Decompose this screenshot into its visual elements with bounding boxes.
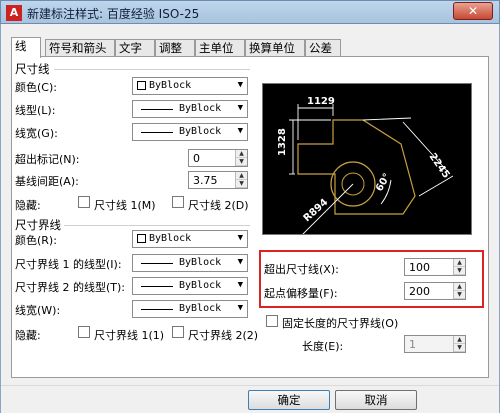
extend-beyond-dim-label: 超出尺寸线(X): (264, 263, 339, 276)
tab-text[interactable]: 文字 (115, 39, 155, 57)
ext-linetype2-select[interactable]: ByBlock ▼ (132, 277, 248, 295)
color-swatch (137, 234, 146, 243)
offset-from-origin-spinner[interactable]: 200 ▲ ▼ (404, 282, 466, 300)
tab-tolerances[interactable]: 公差 (305, 39, 341, 57)
ext-color-label: 颜色(R): (15, 234, 57, 247)
line-sample (141, 109, 173, 110)
title-bar: A 新建标注样式: 百度经验 ISO-25 ✕ (0, 0, 500, 24)
dim-suppress-label: 隐藏: (15, 199, 41, 212)
dimension-preview-drawing: 1129 1328 2245 60° R894 (277, 96, 454, 237)
close-button[interactable]: ✕ (453, 2, 493, 20)
dim-lineweight-select[interactable]: ByBlock ▼ (132, 123, 248, 141)
color-swatch (137, 81, 146, 90)
line-sample (141, 132, 173, 133)
suppress-ext-line-1-checkbox[interactable] (78, 326, 90, 338)
autocad-app-icon: A (6, 5, 22, 21)
line-sample (141, 263, 173, 264)
fixed-length-label: 固定长度的尺寸界线(O) (282, 317, 399, 330)
ok-button[interactable]: 确定 (248, 390, 330, 410)
suppress-dim-line-1-label: 尺寸线 1(M) (94, 199, 156, 212)
window-title: 新建标注样式: 百度经验 ISO-25 (27, 7, 200, 21)
dialog-body: 线 符号和箭头 文字 调整 主单位 换算单位 公差 尺寸线 颜色(C): ByB… (0, 24, 500, 413)
tab-symbols-arrows[interactable]: 符号和箭头 (45, 39, 115, 57)
spinner-arrows[interactable]: ▲ ▼ (453, 336, 465, 352)
chevron-down-icon: ▼ (237, 126, 243, 136)
group-divider (64, 225, 250, 226)
spinner-arrows[interactable]: ▲ ▼ (235, 172, 247, 188)
ext-lineweight-label: 线宽(W): (15, 304, 61, 317)
ext-suppress-label: 隐藏: (15, 329, 41, 342)
group-divider (54, 69, 250, 70)
dim-linetype-select[interactable]: ByBlock ▼ (132, 100, 248, 118)
spinner-arrows[interactable]: ▲ ▼ (453, 259, 465, 275)
preview-geometry (297, 119, 416, 215)
ext-linetype1-select[interactable]: ByBlock ▼ (132, 254, 248, 272)
dim-lineweight-label: 线宽(G): (15, 127, 58, 140)
ext-color-select[interactable]: ByBlock ▼ (132, 230, 248, 248)
suppress-dim-line-1-checkbox[interactable] (78, 196, 90, 208)
chevron-down-icon: ▼ (237, 103, 243, 113)
extend-beyond-dim-spinner[interactable]: 100 ▲ ▼ (404, 258, 466, 276)
tab-alternate-units[interactable]: 换算单位 (245, 39, 305, 57)
extension-lines-group-title: 尺寸界线 (15, 218, 61, 232)
suppress-ext-line-1-label: 尺寸界线 1(1) (94, 329, 165, 342)
extend-beyond-ticks-label: 超出标记(N): (15, 153, 80, 166)
chevron-down-icon: ▼ (237, 80, 243, 90)
suppress-ext-line-2-label: 尺寸界线 2(2) (188, 329, 259, 342)
suppress-dim-line-2-label: 尺寸线 2(D) (188, 199, 249, 212)
dim-color-select[interactable]: ByBlock ▼ (132, 77, 248, 95)
baseline-spacing-spinner[interactable]: 3.75 ▲ ▼ (188, 171, 248, 189)
length-label: 长度(E): (302, 340, 344, 353)
offset-from-origin-label: 起点偏移量(F): (264, 287, 338, 300)
ext-linetype1-label: 尺寸界线 1 的线型(I): (15, 258, 122, 271)
dim-text-top: 1129 (307, 96, 335, 107)
tab-panel-lines: 尺寸线 颜色(C): ByBlock ▼ 线型(L): ByBlock ▼ 线宽… (11, 56, 489, 378)
ext-lineweight-select[interactable]: ByBlock ▼ (132, 300, 248, 318)
chevron-down-icon: ▼ (237, 280, 243, 290)
line-sample (141, 286, 173, 287)
fixed-length-checkbox[interactable] (266, 315, 278, 327)
dim-color-label: 颜色(C): (15, 81, 57, 94)
length-spinner[interactable]: 1 ▲ ▼ (404, 335, 466, 353)
suppress-ext-line-2-checkbox[interactable] (172, 326, 184, 338)
dim-text-right: 2245 (427, 151, 452, 180)
baseline-spacing-label: 基线间距(A): (15, 175, 79, 188)
chevron-down-icon: ▼ (237, 233, 243, 243)
spinner-arrows[interactable]: ▲ ▼ (453, 283, 465, 299)
tab-primary-units[interactable]: 主单位 (195, 39, 245, 57)
cancel-button[interactable]: 取消 (335, 390, 417, 410)
spinner-arrows[interactable]: ▲ ▼ (235, 150, 247, 166)
line-sample (141, 309, 173, 310)
dim-text-left: 1328 (277, 128, 288, 156)
tab-fit[interactable]: 调整 (155, 39, 195, 57)
tab-lines[interactable]: 线 (11, 37, 41, 58)
dimension-lines-group-title: 尺寸线 (15, 62, 50, 76)
chevron-down-icon: ▼ (237, 303, 243, 313)
suppress-dim-line-2-checkbox[interactable] (172, 196, 184, 208)
ext-linetype2-label: 尺寸界线 2 的线型(T): (15, 281, 125, 294)
preview-pane: 1129 1328 2245 60° R894 (262, 83, 472, 237)
chevron-down-icon: ▼ (237, 257, 243, 267)
dim-linetype-label: 线型(L): (15, 104, 56, 117)
extend-beyond-ticks-spinner[interactable]: 0 ▲ ▼ (188, 149, 248, 167)
